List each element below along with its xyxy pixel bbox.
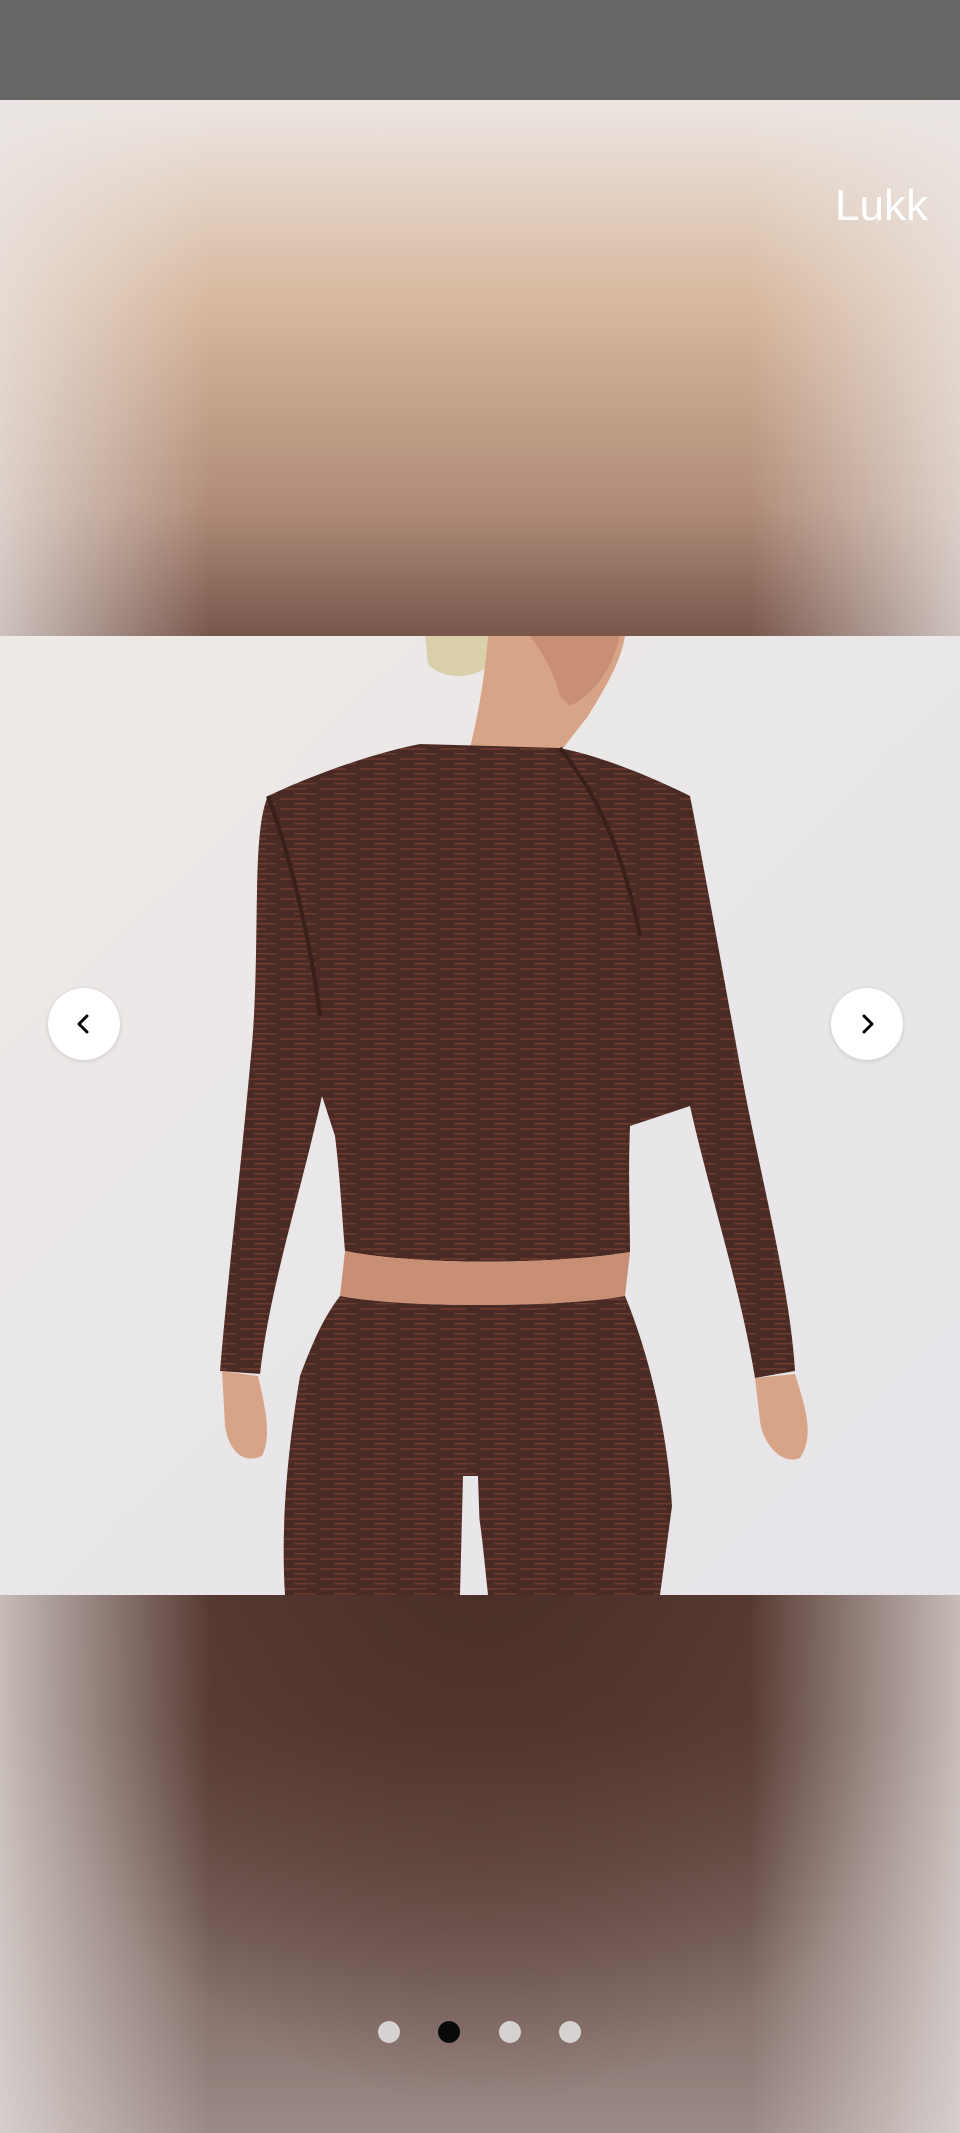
chevron-left-icon — [77, 1014, 89, 1034]
pagination-dot-2[interactable] — [438, 2021, 460, 2043]
pagination-dot-1[interactable] — [378, 2021, 400, 2043]
chevron-right-icon — [862, 1014, 874, 1034]
pagination-dots — [0, 2021, 960, 2043]
product-image[interactable] — [0, 636, 960, 1595]
status-bar — [0, 0, 960, 100]
next-image-button[interactable] — [831, 988, 903, 1060]
pagination-dot-3[interactable] — [499, 2021, 521, 2043]
image-viewer: Lukk — [0, 100, 960, 2133]
product-photo — [220, 636, 808, 1595]
previous-image-button[interactable] — [48, 988, 120, 1060]
pagination-dot-4[interactable] — [559, 2021, 581, 2043]
close-button[interactable]: Lukk — [835, 184, 928, 228]
